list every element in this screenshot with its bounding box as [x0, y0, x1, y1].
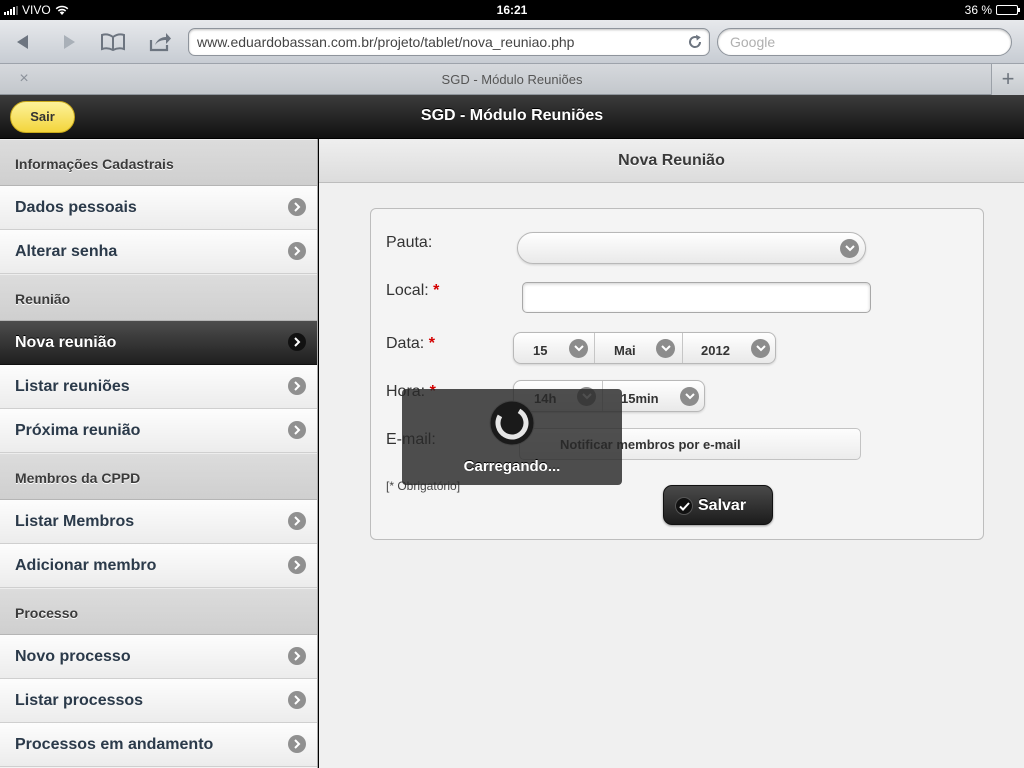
day-value: 15 [533, 343, 548, 358]
tab-title[interactable]: SGD - Módulo Reuniões [0, 72, 1024, 87]
day-select[interactable]: 15 [514, 333, 594, 363]
sidebar-section-membros: Membros da CPPD [0, 453, 317, 500]
sidebar-item-label: Listar Membros [15, 513, 135, 530]
chevron-right-icon [288, 242, 306, 260]
chevron-right-icon [288, 421, 306, 439]
local-label: Local: * [386, 282, 439, 300]
sidebar-item-listar-reunioes[interactable]: Listar reuniões [0, 365, 317, 409]
reload-icon[interactable] [687, 34, 703, 50]
search-input[interactable]: Google [717, 28, 1012, 56]
month-value: Mai [614, 343, 636, 358]
pauta-select[interactable] [517, 232, 866, 264]
loading-text: Carregando... [463, 458, 561, 475]
data-label-text: Data: [386, 335, 425, 352]
sidebar-section-processo: Processo [0, 588, 317, 635]
chevron-down-icon [569, 339, 588, 358]
chevron-down-icon [840, 239, 859, 258]
sidebar-item-novo-processo[interactable]: Novo processo [0, 635, 317, 679]
browser-toolbar: www.eduardobassan.com.br/projeto/tablet/… [0, 20, 1024, 64]
save-button[interactable]: Salvar [663, 485, 773, 525]
chevron-right-icon [288, 647, 306, 665]
local-label-text: Local: [386, 282, 429, 299]
app-header: Sair SGD - Módulo Reuniões [0, 95, 1024, 139]
chevron-down-icon [656, 339, 675, 358]
chevron-right-icon [288, 333, 306, 351]
month-select[interactable]: Mai [595, 333, 682, 363]
share-button[interactable] [145, 29, 175, 55]
add-tab-icon[interactable]: + [991, 64, 1024, 95]
sidebar-item-processos-andamento[interactable]: Processos em andamento [0, 723, 317, 767]
date-picker: 15 Mai 2012 [513, 332, 776, 364]
back-arrow-icon [17, 35, 28, 49]
chevron-down-icon [751, 339, 770, 358]
search-placeholder: Google [730, 34, 776, 50]
chevron-right-icon [288, 512, 306, 530]
status-bar: VIVO 16:21 36 % [0, 0, 1024, 20]
sidebar-item-label: Listar reuniões [15, 378, 130, 395]
back-button[interactable] [8, 29, 38, 55]
sidebar-item-adicionar-membro[interactable]: Adicionar membro [0, 544, 317, 588]
forward-button[interactable] [54, 29, 84, 55]
chevron-right-icon [288, 556, 306, 574]
nova-reuniao-form: Pauta: Local: * Data: * 15 Mai 2012 15mi… [370, 208, 984, 540]
address-bar[interactable]: www.eduardobassan.com.br/projeto/tablet/… [188, 28, 710, 56]
loading-overlay: Carregando... [402, 389, 622, 485]
chevron-right-icon [288, 691, 306, 709]
minute-value: 15min [621, 391, 659, 406]
sidebar-item-proxima-reuniao[interactable]: Próxima reunião [0, 409, 317, 453]
tabs-bar: × SGD - Módulo Reuniões + [0, 64, 1024, 95]
chevron-right-icon [288, 735, 306, 753]
year-value: 2012 [701, 343, 730, 358]
sidebar-item-label: Adicionar membro [15, 557, 157, 574]
local-input[interactable] [522, 282, 871, 313]
sidebar-item-label: Novo processo [15, 648, 131, 665]
url-text: www.eduardobassan.com.br/projeto/tablet/… [197, 34, 575, 50]
sidebar-item-label: Listar processos [15, 692, 144, 709]
required-mark: * [433, 282, 440, 299]
sidebar-item-label: Alterar senha [15, 243, 118, 260]
sidebar-item-nova-reuniao[interactable]: Nova reunião [0, 321, 317, 365]
chevron-right-icon [288, 377, 306, 395]
sidebar-item-alterar-senha[interactable]: Alterar senha [0, 230, 317, 274]
app-title: SGD - Módulo Reuniões [420, 107, 604, 124]
required-mark: * [428, 335, 435, 352]
sidebar-item-dados-pessoais[interactable]: Dados pessoais [0, 186, 317, 230]
sidebar: Informações Cadastrais Dados pessoais Al… [0, 139, 318, 768]
sidebar-item-label: Nova reunião [15, 334, 117, 351]
pauta-label: Pauta: [386, 234, 433, 251]
sidebar-item-listar-processos[interactable]: Listar processos [0, 679, 317, 723]
data-label: Data: * [386, 335, 435, 353]
battery-info: 36 % [964, 3, 1020, 17]
sidebar-item-label: Dados pessoais [15, 199, 137, 216]
sidebar-item-label: Processos em andamento [15, 736, 214, 753]
battery-percent: 36 % [964, 3, 992, 17]
page-title: Nova Reunião [319, 139, 1024, 183]
sidebar-item-label: Próxima reunião [15, 422, 141, 439]
bookmarks-button[interactable] [98, 29, 128, 55]
chevron-down-icon [680, 387, 699, 406]
spinner-icon [489, 400, 535, 446]
clock: 16:21 [496, 3, 528, 17]
year-select[interactable]: 2012 [683, 333, 776, 363]
battery-icon [996, 5, 1020, 15]
forward-arrow-icon [64, 35, 75, 49]
bookmarks-book-icon [101, 33, 125, 51]
checkmark-icon [675, 497, 693, 515]
sidebar-section-informacoes: Informações Cadastrais [0, 139, 317, 186]
sidebar-section-reuniao: Reunião [0, 274, 317, 321]
chevron-right-icon [288, 198, 306, 216]
sidebar-item-listar-membros[interactable]: Listar Membros [0, 500, 317, 544]
share-arrow-icon [149, 33, 171, 52]
save-label: Salvar [698, 497, 747, 514]
